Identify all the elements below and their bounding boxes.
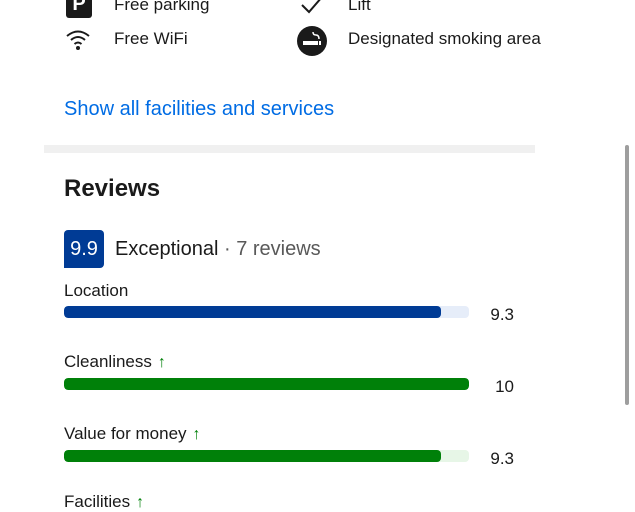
category-cleanliness-bar xyxy=(64,378,469,390)
section-divider xyxy=(44,145,535,153)
category-label-text: Value for money xyxy=(64,424,187,443)
facility-free-wifi: Free WiFi xyxy=(114,29,188,48)
up-arrow-icon: ↑ xyxy=(192,426,201,443)
wifi-icon xyxy=(64,26,92,54)
reviews-heading: Reviews xyxy=(64,175,161,202)
parking-icon: P xyxy=(66,0,92,18)
facility-smoking-area: Designated smoking area xyxy=(348,29,541,48)
category-value-bar xyxy=(64,450,469,462)
up-arrow-icon: ↑ xyxy=(136,494,145,511)
scrollbar[interactable] xyxy=(625,145,629,405)
review-score-word: Exceptional xyxy=(115,238,219,260)
checkmark-icon xyxy=(298,0,326,20)
facility-lift: Lift xyxy=(348,0,371,14)
category-label-text: Facilities xyxy=(64,492,131,511)
category-value-bar-fill xyxy=(64,450,441,462)
category-location-score: 9.3 xyxy=(490,305,514,324)
up-arrow-icon: ↑ xyxy=(157,354,166,371)
category-cleanliness-score: 10 xyxy=(495,377,514,396)
facility-free-parking: Free parking xyxy=(114,0,210,14)
review-score-badge: 9.9 xyxy=(64,230,104,268)
category-label-text: Cleanliness xyxy=(64,352,152,371)
category-location-bar-fill xyxy=(64,306,441,318)
review-summary: Exceptional · 7 reviews xyxy=(115,238,321,261)
category-value-label: Value for money ↑ xyxy=(64,424,201,444)
category-location-bar xyxy=(64,306,469,318)
category-value-score: 9.3 xyxy=(490,449,514,468)
review-count[interactable]: 7 reviews xyxy=(236,238,320,260)
category-cleanliness-bar-fill xyxy=(64,378,469,390)
category-location-label: Location xyxy=(64,281,128,301)
category-label-text: Location xyxy=(64,281,129,300)
show-all-facilities-link[interactable]: Show all facilities and services xyxy=(64,98,334,121)
category-facilities-label: Facilities ↑ xyxy=(64,492,144,512)
category-cleanliness-label: Cleanliness ↑ xyxy=(64,352,166,372)
review-separator: · xyxy=(218,238,237,260)
smoking-icon xyxy=(297,26,327,56)
